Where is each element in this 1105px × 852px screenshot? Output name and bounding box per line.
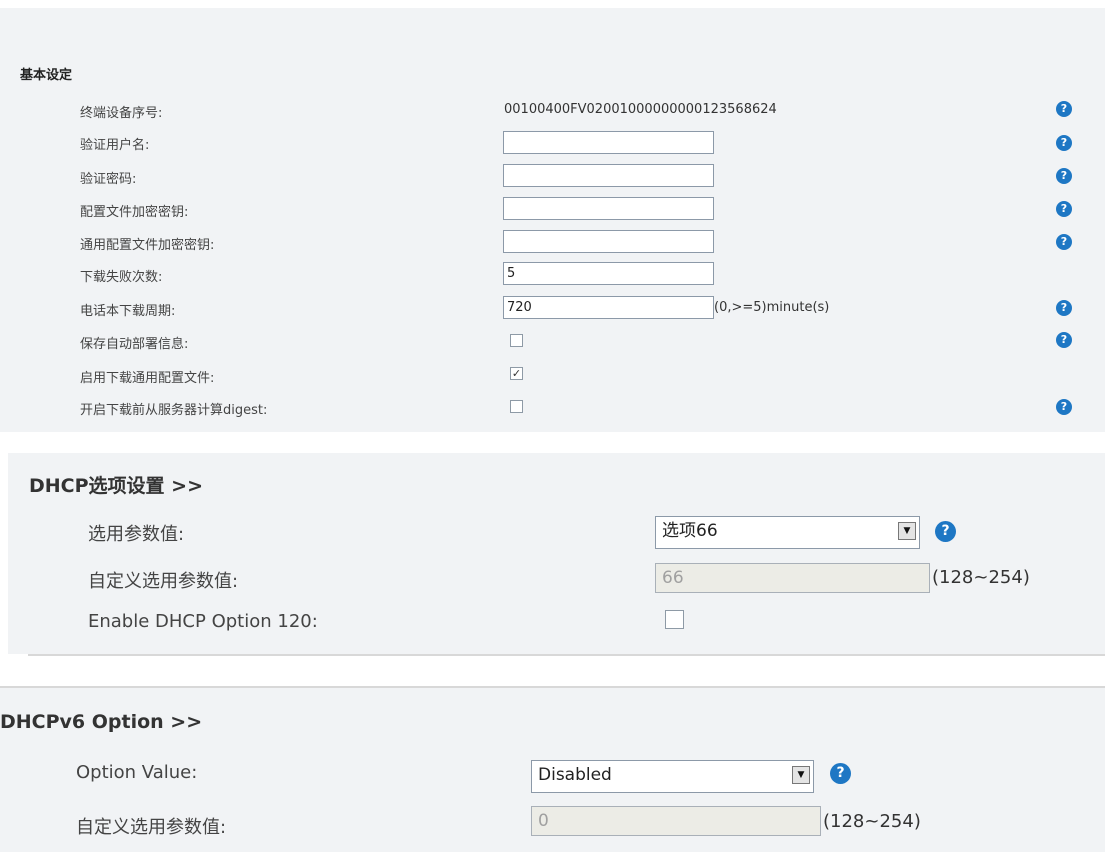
auth-username-input[interactable] — [503, 131, 714, 154]
dhcp-custom-option-label: 自定义选用参数值: — [88, 571, 239, 592]
dhcp-option-select[interactable]: 选项66 ▼ — [655, 516, 920, 549]
dhcpv6-option-selected: Disabled — [538, 765, 612, 785]
save-provision-info-checkbox[interactable] — [510, 334, 523, 347]
auth-password-input[interactable] — [503, 164, 714, 187]
help-icon[interactable]: ? — [935, 521, 956, 542]
enable-dhcp-option-120-label: Enable DHCP Option 120: — [88, 611, 318, 632]
dhcpv6-custom-option-input[interactable]: 0 — [531, 806, 821, 836]
help-icon[interactable]: ? — [1056, 101, 1072, 117]
device-serial-value: 00100400FV02001000000000123568624 — [504, 102, 777, 117]
dhcp-custom-option-range: (128~254) — [932, 567, 1030, 588]
common-config-encryption-key-input[interactable] — [503, 230, 714, 253]
device-serial-label: 终端设备序号: — [80, 106, 163, 121]
dhcp-option-selected: 选项66 — [662, 521, 718, 541]
dhcp-section-title: DHCP选项设置 >> — [29, 475, 203, 497]
save-provision-info-label: 保存自动部署信息: — [80, 337, 189, 352]
download-fail-count-label: 下载失败次数: — [80, 270, 163, 285]
enable-common-config-label: 启用下载通用配置文件: — [80, 371, 215, 386]
compute-digest-label: 开启下载前从服务器计算digest: — [80, 403, 268, 418]
phonebook-period-input[interactable]: 720 — [503, 296, 714, 319]
help-icon[interactable]: ? — [1056, 300, 1072, 316]
help-icon[interactable]: ? — [1056, 168, 1072, 184]
help-icon[interactable]: ? — [1056, 332, 1072, 348]
common-config-encryption-key-label: 通用配置文件加密密钥: — [80, 238, 215, 253]
auth-password-label: 验证密码: — [80, 172, 137, 187]
enable-dhcp-option-120-checkbox[interactable] — [665, 610, 684, 629]
enable-common-config-checkbox[interactable]: ✓ — [510, 367, 523, 380]
dhcpv6-custom-option-label: 自定义选用参数值: — [76, 817, 227, 838]
dhcpv6-custom-option-range: (128~254) — [823, 811, 921, 832]
help-icon[interactable]: ? — [1056, 201, 1072, 217]
dropdown-arrow-icon[interactable]: ▼ — [898, 522, 916, 540]
compute-digest-checkbox[interactable] — [510, 400, 523, 413]
help-icon[interactable]: ? — [1056, 135, 1072, 151]
divider — [28, 654, 1105, 656]
dhcpv6-option-select[interactable]: Disabled ▼ — [531, 760, 814, 793]
help-icon[interactable]: ? — [1056, 234, 1072, 250]
help-icon[interactable]: ? — [1056, 399, 1072, 415]
download-fail-count-input[interactable]: 5 — [503, 262, 714, 285]
dropdown-arrow-icon[interactable]: ▼ — [792, 766, 810, 784]
config-encryption-key-label: 配置文件加密密钥: — [80, 205, 189, 220]
dhcpv6-section-title: DHCPv6 Option >> — [0, 711, 203, 733]
dhcp-option-label: 选用参数值: — [88, 524, 185, 545]
phonebook-period-suffix: (0,>=5)minute(s) — [714, 300, 830, 315]
config-encryption-key-input[interactable] — [503, 197, 714, 220]
phonebook-period-label: 电话本下载周期: — [80, 304, 176, 319]
basic-settings-title: 基本设定 — [20, 68, 73, 83]
auth-username-label: 验证用户名: — [80, 138, 150, 153]
help-icon[interactable]: ? — [830, 763, 851, 784]
dhcp-custom-option-input[interactable]: 66 — [655, 563, 930, 593]
dhcpv6-option-label: Option Value: — [76, 762, 198, 783]
